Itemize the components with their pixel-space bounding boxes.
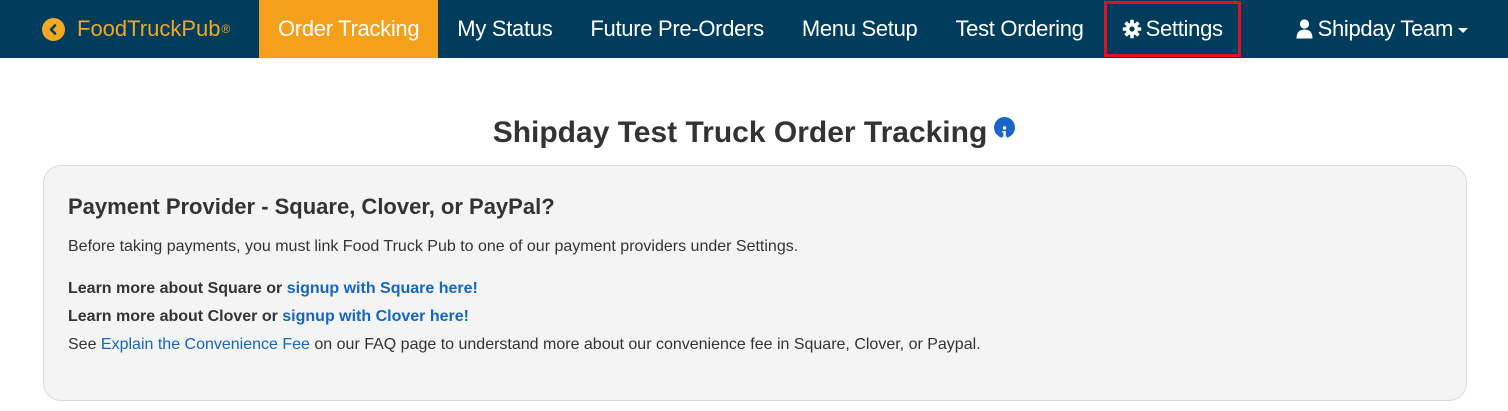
tab-label: Test Ordering: [955, 16, 1084, 41]
top-navbar: FoodTruckPub ® Order Tracking My Status F…: [0, 0, 1508, 58]
user-name: Shipday Team: [1317, 16, 1454, 41]
payment-provider-panel: Payment Provider - Square, Clover, or Pa…: [43, 165, 1467, 401]
tab-label: Order Tracking: [278, 16, 420, 41]
tab-test-ordering[interactable]: Test Ordering: [936, 0, 1102, 58]
clover-line: Learn more about Clover or signup with C…: [68, 303, 1442, 331]
convenience-fee-link[interactable]: Explain the Convenience Fee: [101, 336, 310, 353]
gear-icon: [1122, 19, 1142, 39]
tab-future-pre-orders[interactable]: Future Pre-Orders: [571, 0, 782, 58]
tab-label: Menu Setup: [801, 16, 918, 41]
user-menu[interactable]: Shipday Team: [1296, 0, 1508, 58]
signup-square-link[interactable]: signup with Square here!: [287, 280, 478, 297]
tab-label: My Status: [457, 16, 553, 41]
tab-settings[interactable]: Settings: [1103, 0, 1242, 58]
brand-link[interactable]: FoodTruckPub ®: [0, 0, 259, 58]
tab-my-status[interactable]: My Status: [438, 0, 571, 58]
chevron-left-circle-icon: [42, 17, 65, 41]
panel-intro: Before taking payments, you must link Fo…: [68, 238, 799, 255]
panel-heading: Payment Provider - Square, Clover, or Pa…: [68, 194, 555, 219]
tab-order-tracking[interactable]: Order Tracking: [259, 0, 439, 58]
page-title-text: Shipday Test Truck Order Tracking: [492, 116, 988, 149]
fee-prefix: See: [68, 336, 97, 353]
square-line: Learn more about Square or signup with S…: [68, 275, 1442, 303]
tab-label: Settings: [1145, 16, 1223, 41]
fee-suffix: on our FAQ page to understand more about…: [314, 336, 981, 353]
brand-name: FoodTruckPub: [77, 16, 221, 41]
signup-clover-link[interactable]: signup with Clover here!: [282, 308, 469, 325]
chevron-down-icon: [1458, 27, 1468, 33]
tab-menu-setup[interactable]: Menu Setup: [783, 0, 937, 58]
clover-text: Learn more about Clover or: [68, 308, 278, 325]
square-text: Learn more about Square or: [68, 280, 283, 297]
page-title: Shipday Test Truck Order Tracking: [0, 116, 1508, 150]
navbar-spacer: [1242, 0, 1296, 58]
tab-label: Future Pre-Orders: [590, 16, 764, 41]
fee-line: See Explain the Convenience Fee on our F…: [68, 331, 1442, 359]
brand-registered-mark: ®: [221, 22, 231, 36]
info-icon[interactable]: [994, 117, 1016, 139]
user-icon: [1296, 19, 1313, 39]
